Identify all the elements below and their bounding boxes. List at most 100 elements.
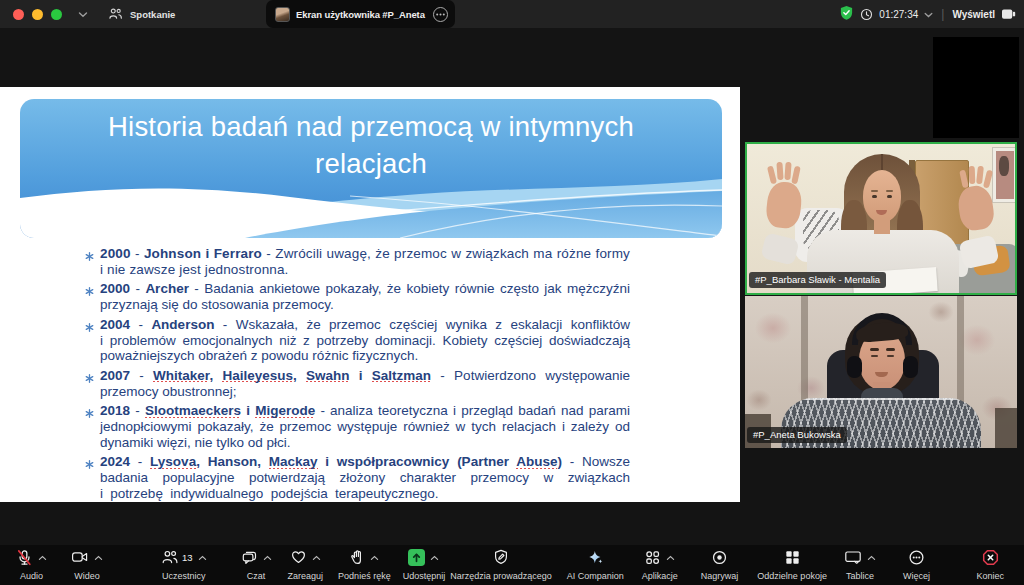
toolbar-item-more[interactable]: Więcej [903, 548, 930, 581]
bullet-icon [85, 320, 94, 336]
toolbar-item-react[interactable]: Zareaguj [288, 548, 324, 581]
finger [767, 166, 777, 185]
toolbar-item-host-tools[interactable]: Narzędzia prowadzącego [450, 548, 552, 581]
eye [887, 355, 894, 357]
toolbar-item-record[interactable]: Nagrywaj [701, 548, 739, 581]
toolbar-item-label: Zareaguj [288, 571, 324, 581]
breakout-rooms-icon [784, 549, 801, 570]
finger [784, 162, 791, 180]
bullet-item: 2018 - Slootmaeckers i Migerode - analiz… [85, 403, 630, 451]
headphone-cup [903, 356, 918, 378]
eye [872, 195, 877, 198]
bullet-item: 2004 - Anderson - Wskazała, że przemoc c… [85, 317, 630, 365]
toolbar-item-share[interactable]: Udostępnij [403, 548, 446, 581]
chat-icon [241, 549, 258, 569]
react-icon [290, 549, 307, 569]
participant-name-label: #P_Barbara Sławik - Mentalia [749, 272, 886, 288]
clock-icon [860, 8, 873, 21]
chevron-up-icon[interactable] [38, 547, 47, 565]
view-layout-icon[interactable] [1001, 8, 1016, 21]
toolbar-item-participants[interactable]: 13Uczestnicy [161, 548, 207, 581]
left-sleeve [760, 232, 799, 265]
eyebrow [886, 190, 893, 192]
tab-meeting[interactable]: Spotkanie [108, 7, 175, 22]
finger [791, 166, 800, 185]
shared-screen-thumbnail [275, 7, 290, 22]
titlebar-right-controls: 01:27:34 | Wyświetl [839, 0, 1016, 28]
toolbar-item-ai-companion[interactable]: AI Companion [567, 548, 624, 581]
toolbar-item-label: Więcej [903, 571, 930, 581]
tab-screen-share[interactable]: Ekran użytkownika #P_Aneta [266, 0, 455, 28]
close-window-button[interactable] [13, 9, 24, 20]
security-shield-icon[interactable] [839, 5, 854, 23]
end-icon [982, 549, 999, 570]
meeting-stage: Historia badań nad przemocą w intymnych … [0, 28, 1024, 545]
neck [874, 218, 890, 234]
chevron-down-icon[interactable] [78, 11, 88, 18]
toolbar-item-label: Aplikacje [642, 571, 678, 581]
eyebrow [871, 190, 878, 192]
finger [776, 162, 783, 180]
toolbar-item-end[interactable]: Koniec [976, 548, 1004, 581]
chevron-up-icon[interactable] [198, 547, 207, 565]
toolbar-item-chat[interactable]: Czat [241, 548, 272, 581]
minimize-window-button[interactable] [32, 9, 43, 20]
finger [983, 170, 993, 189]
toolbar-item-label: Czat [247, 571, 266, 581]
bullet-icon [85, 406, 94, 422]
divider: | [941, 7, 944, 21]
eyebrow [886, 348, 895, 351]
chevron-up-icon[interactable] [430, 547, 439, 565]
eyebrow [870, 348, 879, 351]
toolbar-item-label: Podnieś rękę [338, 571, 391, 581]
toolbar-item-raise-hand[interactable]: Podnieś rękę [338, 548, 391, 581]
video-tile-barbara[interactable]: #P_Barbara Sławik - Mentalia [745, 142, 1017, 295]
bullet-item: 2000 - Archer - Badania ankietowe pokaza… [85, 281, 630, 313]
chevron-up-icon[interactable] [94, 547, 103, 565]
toolbar-item-whiteboards[interactable]: Tablice [844, 548, 876, 581]
bullet-item: 2024 - Lysova, Hanson, Mackay i współpra… [85, 454, 630, 502]
toolbar-item-label: Audio [20, 571, 43, 581]
participant-name-label: #P_Aneta Bukowska [747, 427, 847, 443]
fullscreen-window-button[interactable] [51, 9, 62, 20]
tab-screen-share-label: Ekran użytkownika #P_Aneta [296, 9, 425, 20]
picture-frame-art [999, 156, 1009, 176]
toolbar-item-label: Uczestnicy [162, 571, 206, 581]
toolbar-item-label: Udostępnij [403, 571, 446, 581]
toolbar-item-audio[interactable]: Audio [16, 548, 47, 581]
chevron-up-icon[interactable] [666, 547, 675, 565]
video-tile-camera-off[interactable] [933, 37, 1019, 138]
window-titlebar: Spotkanie Ekran użytkownika #P_Aneta 01:… [0, 0, 1024, 28]
apps-icon [644, 549, 661, 570]
chevron-down-icon[interactable] [924, 9, 933, 20]
window-controls [13, 9, 62, 20]
more-icon [908, 549, 925, 570]
chevron-up-icon[interactable] [867, 547, 876, 565]
chevron-up-icon[interactable] [263, 547, 272, 565]
whiteboards-icon [844, 549, 862, 569]
eye [887, 195, 892, 198]
tab-options-icon[interactable] [433, 7, 448, 22]
tab-meeting-label: Spotkanie [130, 9, 175, 20]
video-icon [71, 549, 89, 569]
hair-part [881, 154, 883, 170]
eye [871, 355, 878, 357]
ai-companion-icon [587, 549, 604, 570]
toolbar-item-label: Narzędzia prowadzącego [450, 571, 552, 581]
chevron-up-icon[interactable] [370, 547, 379, 565]
view-button-label[interactable]: Wyświetl [952, 9, 995, 20]
finger [976, 166, 983, 184]
slide-title-banner: Historia badań nad przemocą w intymnych … [20, 99, 722, 238]
bullet-icon [85, 457, 94, 473]
record-icon [711, 549, 728, 570]
toolbar-item-apps[interactable]: Aplikacje [642, 548, 678, 581]
chevron-up-icon[interactable] [312, 547, 321, 565]
toolbar-item-breakout-rooms[interactable]: Oddzielne pokoje [757, 548, 827, 581]
slide-title: Historia badań nad przemocą w intymnych … [20, 108, 722, 182]
toolbar-item-label: AI Companion [567, 571, 624, 581]
host-tools-icon [493, 549, 509, 569]
toolbar-item-label: Oddzielne pokoje [757, 571, 827, 581]
video-tile-aneta[interactable]: #P_Aneta Bukowska [745, 296, 1017, 448]
toolbar-item-video[interactable]: Wideo [71, 548, 103, 581]
audio-icon [16, 549, 33, 570]
